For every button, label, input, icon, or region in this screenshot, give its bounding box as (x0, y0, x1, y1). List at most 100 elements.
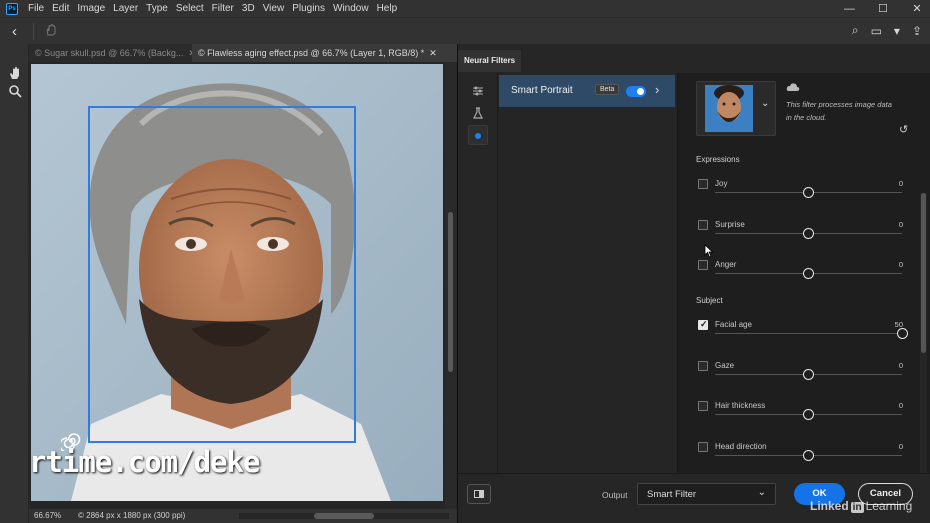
options-right-group: ⌕ ▭ ▾ ⇪ (852, 23, 922, 38)
photoshop-logo-icon[interactable]: Ps (6, 2, 18, 15)
surprise-slider-knob[interactable] (803, 227, 814, 239)
chevron-down-icon: ⌄ (757, 487, 766, 498)
tab-label: © Sugar skull.psd @ 66.7% (Backg... (35, 48, 184, 58)
flask-icon[interactable] (468, 103, 488, 123)
chevron-down-icon[interactable]: ▾ (894, 24, 900, 38)
chevron-right-icon[interactable]: › (655, 82, 659, 97)
panel-header: Neural Filters (458, 44, 930, 73)
hair-thickness-checkbox[interactable] (698, 401, 708, 411)
chevron-down-icon[interactable]: ⌄ (761, 98, 769, 109)
document-info[interactable]: © 2864 px x 1880 px (300 ppi) (78, 511, 185, 520)
learning-text: Learning (865, 499, 913, 513)
compare-icon-half (479, 491, 483, 497)
panel-footer: Output Smart Filter ⌄ OK Cancel Linked in… (458, 473, 930, 523)
section-expressions: Expressions (696, 155, 740, 164)
gaze-slider-knob[interactable] (803, 368, 814, 380)
workspace-icon[interactable]: ▭ (871, 24, 882, 38)
hair-thickness-label: Hair thickness (715, 401, 766, 410)
mouse-cursor-icon (704, 244, 714, 258)
facial-age-checkbox[interactable]: ✓ (698, 319, 708, 330)
checkmark-icon: ✓ (700, 319, 708, 329)
portrait-thumbnail (705, 85, 753, 132)
gaze-checkbox[interactable] (698, 360, 708, 371)
zoom-tool-icon[interactable] (8, 84, 22, 98)
menu-select[interactable]: Select (172, 0, 208, 17)
canvas-area[interactable] (29, 62, 457, 509)
status-bar: 66.67% © 2864 px x 1880 px (300 ppi) (29, 509, 457, 523)
toggle-knob (637, 88, 644, 95)
neural-filters-panel: Neural Filters Smart Portrait Beta › ⌄ T… (457, 44, 930, 523)
compare-icon (474, 490, 484, 498)
menu-type[interactable]: Type (142, 0, 172, 17)
linkedin-text: Linked (810, 499, 849, 513)
tab-flawless-aging[interactable]: © Flawless aging effect.psd @ 66.7% (Lay… (192, 44, 457, 62)
joy-checkbox[interactable] (698, 179, 708, 189)
anger-value[interactable]: 0 (899, 260, 903, 269)
filter-toggle[interactable] (626, 86, 646, 97)
filter-list: Smart Portrait Beta › (498, 73, 678, 473)
maximize-icon[interactable]: ☐ (878, 2, 888, 15)
menu-help[interactable]: Help (373, 0, 402, 17)
zoom-level[interactable]: 66.67% (34, 511, 61, 520)
menu-bar: Ps File Edit Image Layer Type Select Fil… (0, 0, 930, 17)
portrait-photo (31, 64, 443, 501)
tab-label: © Flawless aging effect.psd @ 66.7% (Lay… (198, 48, 425, 58)
share-icon[interactable]: ⇪ (912, 24, 922, 38)
filter-settings: ⌄ This filter processes image data in th… (678, 73, 930, 473)
facial-age-slider-knob[interactable] (896, 328, 908, 339)
joy-slider-knob[interactable] (803, 187, 814, 198)
menu-file[interactable]: File (24, 0, 48, 17)
minimize-icon[interactable]: — (844, 3, 855, 15)
menu-plugins[interactable]: Plugins (288, 0, 329, 17)
compare-button[interactable] (467, 484, 491, 504)
menu-view[interactable]: View (259, 0, 289, 17)
surprise-checkbox[interactable] (698, 219, 708, 230)
anger-label: Anger (715, 260, 737, 269)
hair-thickness-value[interactable]: 0 (899, 401, 903, 410)
head-direction-value[interactable]: 0 (899, 442, 903, 451)
back-arrow-icon[interactable]: ‹ (12, 23, 17, 40)
hand-tool-icon[interactable] (8, 66, 22, 80)
reset-icon[interactable]: ↺ (899, 123, 908, 136)
sliders-icon[interactable] (468, 81, 488, 101)
output-select[interactable]: Smart Filter ⌄ (637, 483, 776, 505)
filter-name: Smart Portrait (511, 85, 573, 96)
menu-layer[interactable]: Layer (109, 0, 142, 17)
close-icon[interactable]: ✕ (429, 48, 437, 58)
hand-tool-option-icon[interactable] (44, 23, 58, 37)
divider (33, 23, 34, 40)
menu-filter[interactable]: Filter (208, 0, 238, 17)
tab-sugar-skull[interactable]: © Sugar skull.psd @ 66.7% (Backg...✕ (29, 44, 196, 62)
gaze-label: Gaze (715, 360, 735, 370)
scrollbar-thumb[interactable] (921, 193, 926, 353)
menu-image[interactable]: Image (73, 0, 109, 17)
settings-scrollbar[interactable] (920, 193, 927, 473)
anger-slider-knob[interactable] (803, 268, 814, 279)
reference-portrait-picker[interactable]: ⌄ (696, 81, 776, 136)
scrollbar-thumb[interactable] (314, 513, 374, 519)
surprise-value[interactable]: 0 (899, 220, 903, 229)
window-controls: — ☐ ✕ (844, 0, 922, 17)
close-icon[interactable]: ✕ (912, 2, 922, 15)
surprise-label: Surprise (715, 219, 745, 229)
menu-window[interactable]: Window (329, 0, 373, 17)
options-bar: ‹ ⌕ ▭ ▾ ⇪ (0, 17, 930, 44)
head-direction-checkbox[interactable] (698, 441, 708, 452)
search-icon[interactable]: ⌕ (852, 23, 859, 38)
section-subject: Subject (696, 296, 723, 305)
beta-badge: Beta (595, 84, 620, 95)
facial-age-slider-track[interactable] (715, 333, 902, 334)
linkedin-learning-logo: Linked in Learning (810, 499, 912, 513)
head-direction-slider-knob[interactable] (803, 449, 814, 461)
joy-value[interactable]: 0 (899, 179, 903, 188)
vertical-scrollbar[interactable] (445, 62, 456, 509)
menu-edit[interactable]: Edit (48, 0, 73, 17)
active-filters-tab[interactable] (468, 125, 488, 145)
gaze-value[interactable]: 0 (899, 361, 903, 370)
menu-3d[interactable]: 3D (238, 0, 259, 17)
anger-checkbox[interactable] (698, 260, 708, 270)
filter-row-smart-portrait[interactable]: Smart Portrait Beta › (499, 75, 675, 107)
hair-thickness-slider-knob[interactable] (803, 409, 814, 420)
scrollbar-thumb[interactable] (448, 212, 453, 372)
horizontal-scrollbar[interactable] (239, 513, 449, 519)
